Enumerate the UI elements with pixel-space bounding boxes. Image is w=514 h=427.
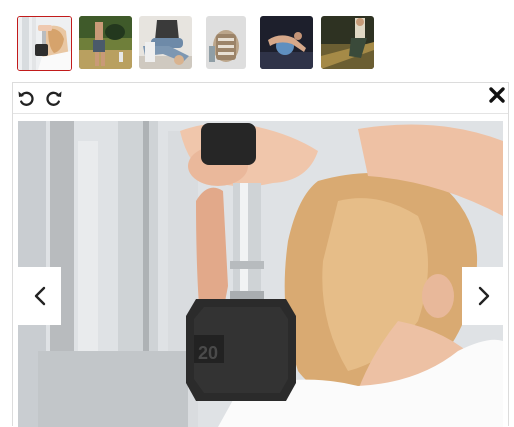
rotate-right-icon bbox=[46, 91, 62, 106]
exercise-ball-thumbnail-icon bbox=[260, 16, 313, 69]
seated-stretch-thumbnail-icon bbox=[139, 16, 192, 69]
thumbnail-5[interactable] bbox=[260, 16, 313, 69]
image-stage: 20 bbox=[18, 121, 503, 427]
close-icon bbox=[489, 87, 505, 103]
chevron-left-icon bbox=[34, 286, 45, 306]
image-viewer: 20 bbox=[12, 82, 509, 427]
thumbnail-strip bbox=[0, 0, 514, 80]
previous-image-button[interactable] bbox=[18, 267, 61, 325]
woman-dumbbell-thumbnail-icon bbox=[18, 17, 71, 70]
rotate-right-button[interactable] bbox=[44, 88, 64, 108]
woman-lifting-dumbbell-photo-icon: 20 bbox=[18, 121, 503, 427]
woman-outdoor-exercise-thumbnail-icon bbox=[79, 16, 132, 69]
thumbnail-3[interactable] bbox=[139, 16, 192, 69]
woman-stretching-outdoor-thumbnail-icon bbox=[321, 16, 374, 69]
dumbbell-weight-label: 20 bbox=[198, 343, 218, 363]
thumbnail-1[interactable] bbox=[17, 16, 72, 71]
thumbnail-4[interactable] bbox=[206, 16, 246, 69]
thumbnail-2[interactable] bbox=[79, 16, 132, 69]
next-image-button[interactable] bbox=[462, 267, 503, 325]
viewer-toolbar bbox=[13, 83, 508, 114]
chevron-right-icon bbox=[478, 286, 489, 306]
rotate-left-icon bbox=[18, 91, 34, 106]
thumbnail-6[interactable] bbox=[321, 16, 374, 69]
rotate-left-button[interactable] bbox=[16, 88, 36, 108]
close-button[interactable] bbox=[487, 85, 507, 105]
gym-bag-thumbnail-icon bbox=[206, 16, 246, 69]
